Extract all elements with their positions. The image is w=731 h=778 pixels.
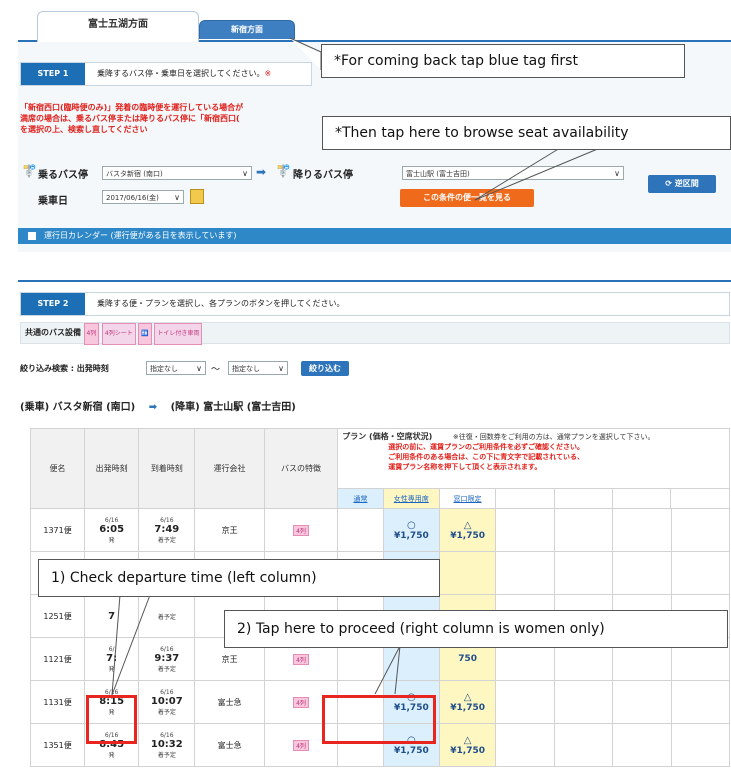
callout-departure: 1) Check departure time (left column) bbox=[38, 559, 440, 597]
highlight-plan bbox=[322, 695, 436, 744]
callout-blue-tag: *For coming back tap blue tag first bbox=[321, 44, 685, 78]
callout-seat-availability: *Then tap here to browse seat availabili… bbox=[322, 116, 731, 150]
highlight-departure bbox=[86, 695, 137, 744]
callout-proceed: 2) Tap here to proceed (right column is … bbox=[224, 610, 728, 648]
